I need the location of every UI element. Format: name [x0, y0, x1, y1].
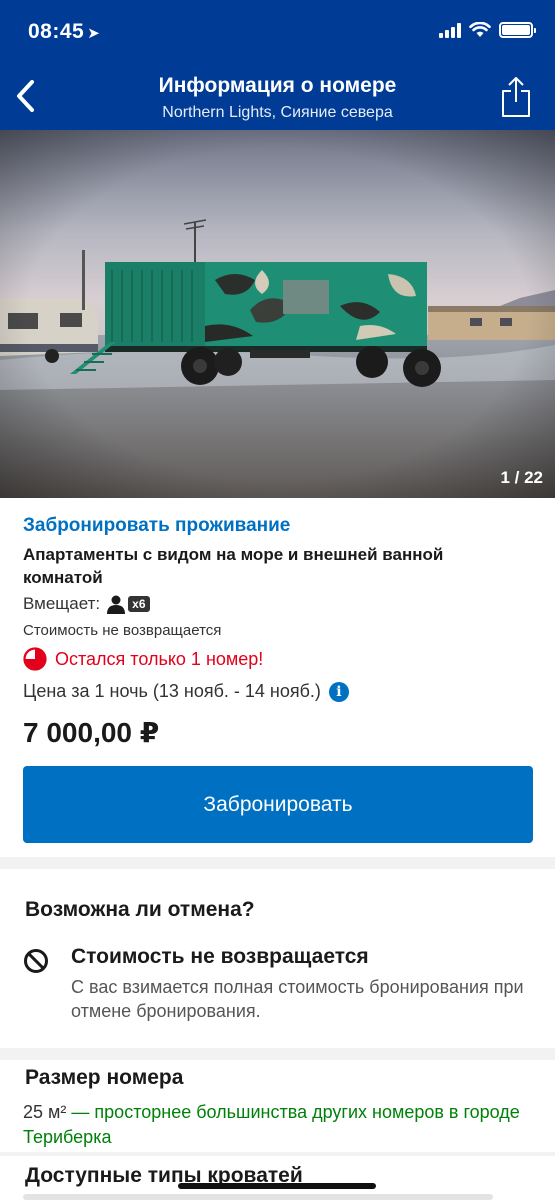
occupancy-count: x6	[128, 596, 150, 612]
capacity-label: Вмещает:	[23, 594, 101, 613]
photo-counter: 1 / 22	[500, 468, 543, 487]
room-size-comparison: — просторнее большинства других номеров …	[23, 1102, 520, 1147]
section-divider	[0, 1048, 555, 1060]
policy-title: Стоимость не возвращается	[71, 945, 369, 968]
no-entry-icon	[24, 949, 48, 973]
book-button[interactable]: Забронировать	[23, 766, 533, 843]
wifi-icon	[469, 22, 491, 37]
section-divider	[0, 857, 555, 869]
status-time-text: 08:45	[28, 20, 85, 43]
cancellation-policy: Стоимость не возвращается С вас взимаетс…	[23, 945, 535, 1023]
battery-icon	[499, 22, 536, 38]
refund-note: Стоимость не возвращается	[23, 622, 222, 639]
price: 7 000,00 ₽	[23, 717, 160, 748]
urgency-message: Остался только 1 номер!	[23, 647, 535, 671]
room-size-value: 25 м²	[23, 1102, 67, 1122]
status-indicators	[439, 22, 536, 38]
occupancy-badge: x6	[106, 594, 150, 614]
clock-alert-icon	[23, 647, 47, 671]
share-icon	[502, 77, 530, 117]
room-photo[interactable]: 1 / 22	[0, 130, 555, 498]
room-size-text: 25 м² — просторнее большинства других но…	[23, 1100, 535, 1150]
location-arrow-icon: ➤	[87, 25, 101, 42]
room-size-title: Размер номера	[25, 1066, 184, 1089]
section-divider	[0, 1152, 555, 1156]
capacity-row: Вмещает: x6	[23, 594, 535, 614]
page-title: Информация о номере	[158, 74, 397, 97]
room-details: Забронировать проживание Апартаменты с в…	[23, 515, 535, 749]
page-subtitle: Northern Lights, Сияние севера	[162, 104, 393, 121]
info-icon[interactable]: i	[328, 681, 349, 702]
status-time: 08:45 ➤	[28, 20, 100, 44]
cut-off-text	[23, 1194, 493, 1200]
cancellation-title: Возможна ли отмена?	[25, 898, 255, 921]
price-label: Цена за 1 ночь (13 нояб. - 14 нояб.)	[23, 681, 321, 701]
policy-text: Стоимость не возвращается С вас взимаетс…	[71, 945, 535, 1023]
app-header: 08:45 ➤ Информация о номере Northern Ligh…	[0, 0, 555, 130]
urgency-text: Остался только 1 номер!	[55, 648, 264, 669]
book-stay-link[interactable]: Забронировать проживание	[23, 515, 535, 537]
cellular-signal-icon	[439, 22, 461, 38]
policy-description: С вас взимается полная стоимость брониро…	[71, 977, 524, 1021]
home-indicator[interactable]	[178, 1183, 376, 1189]
price-label-row: Цена за 1 ночь (13 нояб. - 14 нояб.) i	[23, 681, 535, 702]
person-icon	[107, 595, 126, 614]
room-name: Апартаменты с видом на море и внешней ва…	[23, 545, 444, 587]
room-photo-image	[0, 130, 555, 498]
share-button[interactable]	[501, 76, 531, 118]
